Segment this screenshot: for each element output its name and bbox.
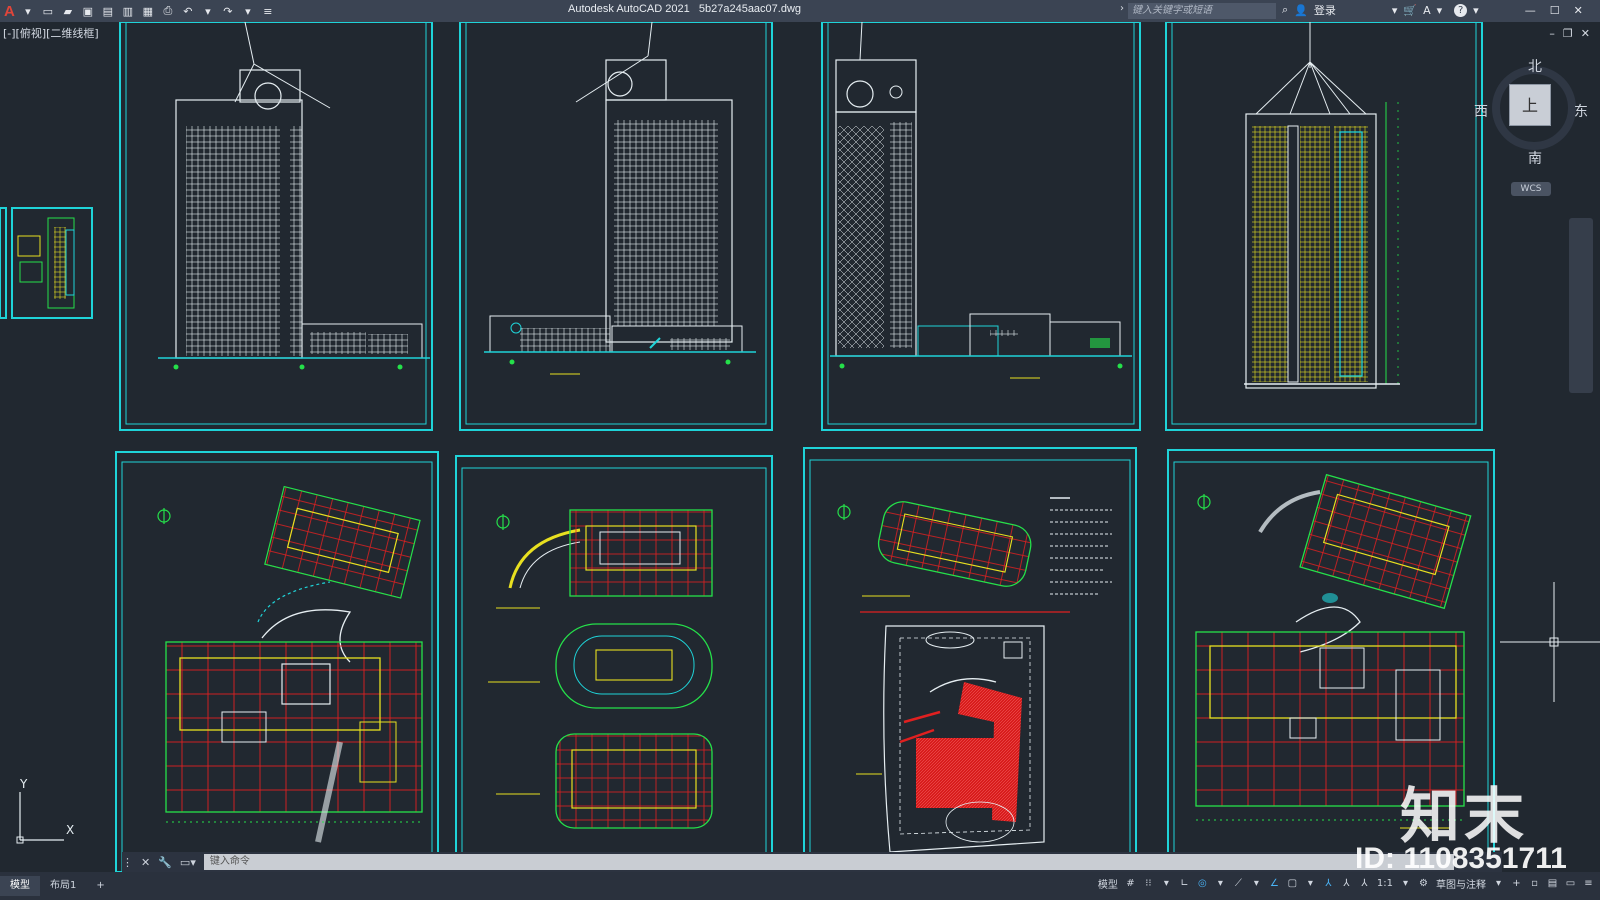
cmd-recent-icon[interactable]: ▭▾ xyxy=(180,856,196,869)
print-icon[interactable]: ⎙ xyxy=(161,4,175,18)
user-icon[interactable]: 👤 xyxy=(1294,4,1308,17)
sheet-section xyxy=(1165,22,1483,431)
auto-scale-icon[interactable]: ⅄ xyxy=(1341,878,1352,889)
compass-east[interactable]: 东 xyxy=(1574,101,1588,121)
customize-statusbar-icon[interactable]: ≡ xyxy=(1583,878,1594,889)
wcs-menu[interactable]: WCS xyxy=(1511,182,1551,196)
open-folder-icon[interactable]: ▰ xyxy=(61,4,75,18)
login-button[interactable]: 登录 xyxy=(1314,2,1336,18)
grid-icon[interactable]: # xyxy=(1125,878,1136,889)
compass-west[interactable]: 西 xyxy=(1474,101,1488,121)
autocad-window: A ▾ ▭ ▰ ▣ ▤ ▥ ▦ ⎙ ↶ ▾ ↷ ▾ ≡ Autodesk Aut… xyxy=(0,0,1600,900)
redo-icon[interactable]: ↷ xyxy=(221,4,235,18)
cmd-customize-icon[interactable]: 🔧 xyxy=(158,856,172,869)
new-file-icon[interactable]: ▭ xyxy=(41,4,55,18)
sheet-standard-floor-plans xyxy=(455,455,773,872)
help-icon[interactable]: ? xyxy=(1454,3,1468,17)
status-toggles: 模型 # ⁝⁝ ▾ ∟ ◎ ▾ ⟋ ▾ ∠ ▢ ▾ ⅄ ⅄ ⅄ 1:1 ▾ ⚙ … xyxy=(1098,876,1594,891)
mini-sheet-thumbnail xyxy=(0,207,93,319)
design-notes xyxy=(1050,497,1112,595)
ortho-icon[interactable]: ∟ xyxy=(1179,878,1190,889)
command-input[interactable]: 键入命令 xyxy=(203,854,1454,870)
undo-icon[interactable]: ↶ xyxy=(181,4,195,18)
annotation-scale-icon[interactable]: ⅄ xyxy=(1359,878,1370,889)
window-title: Autodesk AutoCAD 2021 5b27a245aac07.dwg xyxy=(568,3,801,15)
svg-text:Y: Y xyxy=(19,777,28,791)
viewcube-top-face[interactable]: 上 xyxy=(1509,84,1551,126)
sheet-ground-floor-plan xyxy=(115,451,439,872)
watermark-id: ID: 1108351711 xyxy=(1355,842,1567,875)
snap-icon[interactable]: ⁝⁝ xyxy=(1143,878,1154,889)
ucs-icon: Y X xyxy=(16,777,74,844)
status-bar: 模型 布局1 + 模型 # ⁝⁝ ▾ ∟ ◎ ▾ ⟋ ▾ ∠ ▢ ▾ ⅄ ⅄ ⅄… xyxy=(0,872,1600,900)
sheet-north-elevation xyxy=(459,22,773,431)
isodraft-dropdown-icon[interactable]: ▾ xyxy=(1251,878,1262,889)
compass-north[interactable]: 北 xyxy=(1528,56,1542,76)
close-icon[interactable]: ✕ xyxy=(1574,4,1583,17)
viewcube[interactable]: 上 北 南 西 东 xyxy=(1474,56,1588,168)
sheet-east-elevation xyxy=(821,22,1141,431)
app-logo-icon[interactable]: A xyxy=(4,3,15,20)
workspace-switch[interactable]: 草图与注释 xyxy=(1436,876,1486,891)
help-dropdown-icon[interactable]: ▾ xyxy=(1473,4,1479,17)
plot-icon[interactable]: ▦ xyxy=(141,4,155,18)
undo-dropdown-icon[interactable]: ▾ xyxy=(201,4,215,18)
annotation-monitor-icon[interactable]: + xyxy=(1511,878,1522,889)
search-expand-icon[interactable]: › xyxy=(1120,3,1124,14)
workspace-dropdown-icon[interactable]: ▾ xyxy=(1493,878,1504,889)
annotation-visibility-icon[interactable]: ⅄ xyxy=(1323,878,1334,889)
snap-dropdown-icon[interactable]: ▾ xyxy=(1161,878,1172,889)
drawing-canvas[interactable]: Y X xyxy=(0,22,1600,872)
navigation-bar[interactable] xyxy=(1569,218,1593,393)
quick-properties-icon[interactable]: ▤ xyxy=(1547,878,1558,889)
save-icon[interactable]: ▣ xyxy=(81,4,95,18)
minimize-icon[interactable]: — xyxy=(1525,4,1536,17)
add-layout-button[interactable]: + xyxy=(86,876,114,896)
scale-value[interactable]: 1:1 xyxy=(1377,878,1393,889)
save-as-icon[interactable]: ▤ xyxy=(101,4,115,18)
customize-qat-icon[interactable]: ≡ xyxy=(261,4,275,18)
command-line: ⋮ ✕ 🔧 ▭▾ 键入命令 xyxy=(122,852,1502,872)
workspace-gear-icon[interactable]: ⚙ xyxy=(1418,878,1429,889)
isodraft-icon[interactable]: ⟋ xyxy=(1233,878,1244,889)
web-mobile-icon[interactable]: ▥ xyxy=(121,4,135,18)
redo-dropdown-icon[interactable]: ▾ xyxy=(241,4,255,18)
file-name: 5b27a245aac07.dwg xyxy=(698,3,802,15)
model-space-button[interactable]: 模型 xyxy=(1098,876,1118,891)
dropdown-arrow-icon[interactable]: ▾ xyxy=(21,4,35,18)
tab-model[interactable]: 模型 xyxy=(0,876,40,896)
tab-layout1[interactable]: 布局1 xyxy=(40,876,86,896)
svg-text:X: X xyxy=(66,823,74,837)
object-snap-dropdown-icon[interactable]: ▾ xyxy=(1305,878,1316,889)
cmd-grip-icon[interactable]: ⋮ xyxy=(122,856,133,869)
object-snap-tracking-icon[interactable]: ∠ xyxy=(1269,878,1280,889)
cmd-close-icon[interactable]: ✕ xyxy=(141,856,150,869)
scale-dropdown-icon[interactable]: ▾ xyxy=(1400,878,1411,889)
search-input[interactable]: 键入关键字或短语 xyxy=(1128,3,1276,19)
clean-screen-icon[interactable]: ▭ xyxy=(1565,878,1576,889)
maximize-icon[interactable]: ☐ xyxy=(1550,4,1560,17)
sheet-south-elevation xyxy=(119,22,433,431)
a360-icon[interactable]: A xyxy=(1423,4,1431,17)
compass-south[interactable]: 南 xyxy=(1528,148,1542,168)
login-dropdown-icon[interactable]: ▾ xyxy=(1392,4,1398,17)
search-icon[interactable]: ⌕ xyxy=(1282,3,1288,17)
a360-dropdown-icon[interactable]: ▾ xyxy=(1437,4,1443,17)
title-bar-tools: ⌕ 👤 登录 ▾ 🛒 A ▾ ? ▾ — ☐ ✕ xyxy=(1282,2,1583,18)
crosshair-cursor xyxy=(1500,582,1600,702)
object-snap-icon[interactable]: ▢ xyxy=(1287,878,1298,889)
units-icon[interactable]: ▫ xyxy=(1529,878,1540,889)
polar-tracking-icon[interactable]: ◎ xyxy=(1197,878,1208,889)
cart-icon[interactable]: 🛒 xyxy=(1403,4,1417,17)
title-bar: A ▾ ▭ ▰ ▣ ▤ ▥ ▦ ⎙ ↶ ▾ ↷ ▾ ≡ Autodesk Aut… xyxy=(0,0,1600,22)
sheet-site-plan xyxy=(803,447,1137,872)
polar-dropdown-icon[interactable]: ▾ xyxy=(1215,878,1226,889)
quick-access-toolbar: A ▾ ▭ ▰ ▣ ▤ ▥ ▦ ⎙ ↶ ▾ ↷ ▾ ≡ xyxy=(0,3,275,20)
app-name: Autodesk AutoCAD 2021 xyxy=(568,3,690,15)
